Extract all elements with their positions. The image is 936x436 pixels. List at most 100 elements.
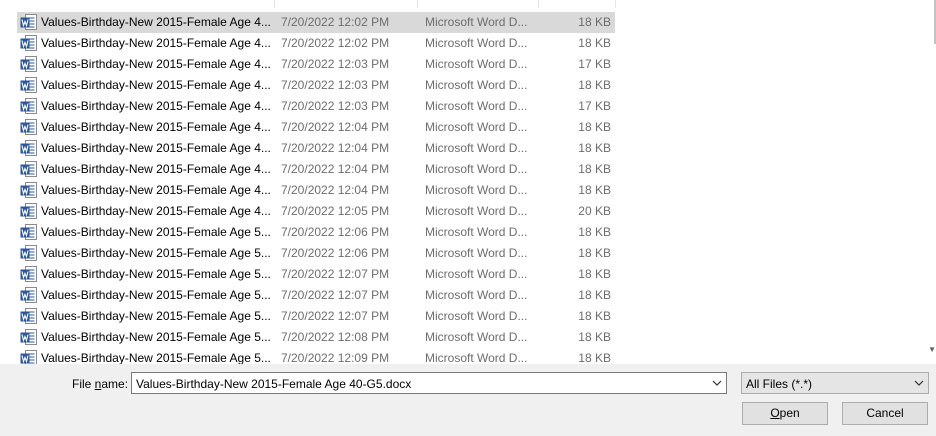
- word-document-icon: [20, 287, 38, 304]
- file-row[interactable]: Values-Birthday-New 2015-Female Age 4...…: [17, 180, 615, 201]
- chevron-down-icon[interactable]: [708, 373, 726, 393]
- word-document-icon: [20, 140, 38, 157]
- file-type-filter[interactable]: All Files (*.*): [741, 372, 929, 394]
- file-row[interactable]: Values-Birthday-New 2015-Female Age 5...…: [17, 348, 615, 364]
- file-type: Microsoft Word D...: [425, 36, 528, 50]
- file-row[interactable]: Values-Birthday-New 2015-Female Age 4...…: [17, 33, 615, 54]
- file-name-field[interactable]: Values-Birthday-New 2015-Female Age 40-G…: [131, 372, 727, 394]
- file-date-modified: 7/20/2022 12:04 PM: [281, 183, 390, 197]
- file-row[interactable]: Values-Birthday-New 2015-Female Age 4...…: [17, 54, 615, 75]
- file-name: Values-Birthday-New 2015-Female Age 4...: [41, 204, 271, 218]
- file-date-modified: 7/20/2022 12:04 PM: [281, 141, 390, 155]
- word-document-icon: [20, 245, 38, 262]
- file-row[interactable]: Values-Birthday-New 2015-Female Age 5...…: [17, 264, 615, 285]
- file-type: Microsoft Word D...: [425, 246, 528, 260]
- word-document-icon: [20, 224, 38, 241]
- file-name: Values-Birthday-New 2015-Female Age 4...: [41, 57, 271, 71]
- dialog-footer: File name: Values-Birthday-New 2015-Fema…: [0, 364, 936, 436]
- scroll-down-icon[interactable]: ▼: [928, 346, 936, 354]
- file-size: 18 KB: [578, 141, 611, 155]
- word-document-icon: [20, 35, 38, 52]
- file-size: 18 KB: [578, 267, 611, 281]
- vertical-scrollbar[interactable]: ▼: [928, 0, 936, 364]
- file-type: Microsoft Word D...: [425, 15, 528, 29]
- file-size: 18 KB: [578, 288, 611, 302]
- word-document-icon: [20, 77, 38, 94]
- file-date-modified: 7/20/2022 12:07 PM: [281, 267, 390, 281]
- file-name-value[interactable]: Values-Birthday-New 2015-Female Age 40-G…: [136, 377, 411, 391]
- word-document-icon: [20, 14, 38, 31]
- file-size: 20 KB: [578, 204, 611, 218]
- file-name: Values-Birthday-New 2015-Female Age 5...: [41, 225, 271, 239]
- file-size: 18 KB: [578, 330, 611, 344]
- word-document-icon: [20, 182, 38, 199]
- file-type-value: All Files (*.*): [746, 377, 813, 391]
- file-row[interactable]: Values-Birthday-New 2015-Female Age 4...…: [17, 201, 615, 222]
- file-list-pane: Values-Birthday-New 2015-Female Age 4...…: [0, 0, 936, 364]
- file-date-modified: 7/20/2022 12:03 PM: [281, 57, 390, 71]
- column-separator[interactable]: [615, 0, 616, 8]
- file-name: Values-Birthday-New 2015-Female Age 4...: [41, 78, 271, 92]
- file-date-modified: 7/20/2022 12:03 PM: [281, 78, 390, 92]
- column-separator[interactable]: [417, 0, 418, 8]
- file-row[interactable]: Values-Birthday-New 2015-Female Age 5...…: [17, 327, 615, 348]
- file-row[interactable]: Values-Birthday-New 2015-Female Age 4...…: [17, 75, 615, 96]
- file-name: Values-Birthday-New 2015-Female Age 4...: [41, 183, 271, 197]
- file-name: Values-Birthday-New 2015-Female Age 4...: [41, 15, 271, 29]
- file-name-label: File name:: [72, 377, 129, 391]
- file-size: 18 KB: [578, 78, 611, 92]
- open-button[interactable]: Open: [742, 402, 828, 425]
- file-type: Microsoft Word D...: [425, 351, 528, 364]
- file-name: Values-Birthday-New 2015-Female Age 5...: [41, 309, 271, 323]
- file-size: 18 KB: [578, 183, 611, 197]
- word-document-icon: [20, 98, 38, 115]
- file-date-modified: 7/20/2022 12:02 PM: [281, 36, 390, 50]
- file-size: 18 KB: [578, 36, 611, 50]
- file-date-modified: 7/20/2022 12:03 PM: [281, 99, 390, 113]
- file-name: Values-Birthday-New 2015-Female Age 5...: [41, 267, 271, 281]
- column-separator[interactable]: [538, 0, 539, 8]
- file-date-modified: 7/20/2022 12:05 PM: [281, 204, 390, 218]
- file-date-modified: 7/20/2022 12:06 PM: [281, 225, 390, 239]
- file-row[interactable]: Values-Birthday-New 2015-Female Age 5...…: [17, 285, 615, 306]
- file-size: 18 KB: [578, 309, 611, 323]
- file-type: Microsoft Word D...: [425, 99, 528, 113]
- column-separator[interactable]: [274, 0, 275, 8]
- file-name: Values-Birthday-New 2015-Female Age 5...: [41, 288, 271, 302]
- file-type: Microsoft Word D...: [425, 204, 528, 218]
- file-row[interactable]: Values-Birthday-New 2015-Female Age 4...…: [17, 12, 615, 33]
- file-name: Values-Birthday-New 2015-Female Age 5...: [41, 351, 271, 364]
- file-type: Microsoft Word D...: [425, 267, 528, 281]
- file-size: 18 KB: [578, 120, 611, 134]
- file-size: 17 KB: [578, 99, 611, 113]
- file-type: Microsoft Word D...: [425, 309, 528, 323]
- chevron-down-icon[interactable]: [910, 373, 928, 393]
- word-document-icon: [20, 161, 38, 178]
- file-name: Values-Birthday-New 2015-Female Age 4...: [41, 120, 271, 134]
- file-date-modified: 7/20/2022 12:02 PM: [281, 15, 390, 29]
- file-type: Microsoft Word D...: [425, 225, 528, 239]
- file-list: Values-Birthday-New 2015-Female Age 4...…: [17, 12, 617, 364]
- file-type: Microsoft Word D...: [425, 330, 528, 344]
- file-date-modified: 7/20/2022 12:06 PM: [281, 246, 390, 260]
- file-row[interactable]: Values-Birthday-New 2015-Female Age 4...…: [17, 96, 615, 117]
- word-document-icon: [20, 308, 38, 325]
- file-row[interactable]: Values-Birthday-New 2015-Female Age 5...…: [17, 306, 615, 327]
- file-row[interactable]: Values-Birthday-New 2015-Female Age 5...…: [17, 243, 615, 264]
- file-date-modified: 7/20/2022 12:07 PM: [281, 288, 390, 302]
- cancel-button[interactable]: Cancel: [842, 402, 928, 425]
- file-size: 18 KB: [578, 246, 611, 260]
- file-date-modified: 7/20/2022 12:09 PM: [281, 351, 390, 364]
- file-size: 18 KB: [578, 225, 611, 239]
- file-row[interactable]: Values-Birthday-New 2015-Female Age 4...…: [17, 117, 615, 138]
- word-document-icon: [20, 350, 38, 364]
- file-name: Values-Birthday-New 2015-Female Age 4...: [41, 141, 271, 155]
- word-document-icon: [20, 329, 38, 346]
- file-type: Microsoft Word D...: [425, 57, 528, 71]
- file-row[interactable]: Values-Birthday-New 2015-Female Age 4...…: [17, 138, 615, 159]
- file-name: Values-Birthday-New 2015-Female Age 4...: [41, 99, 271, 113]
- file-row[interactable]: Values-Birthday-New 2015-Female Age 5...…: [17, 222, 615, 243]
- file-row[interactable]: Values-Birthday-New 2015-Female Age 4...…: [17, 159, 615, 180]
- file-size: 18 KB: [578, 162, 611, 176]
- file-date-modified: 7/20/2022 12:07 PM: [281, 309, 390, 323]
